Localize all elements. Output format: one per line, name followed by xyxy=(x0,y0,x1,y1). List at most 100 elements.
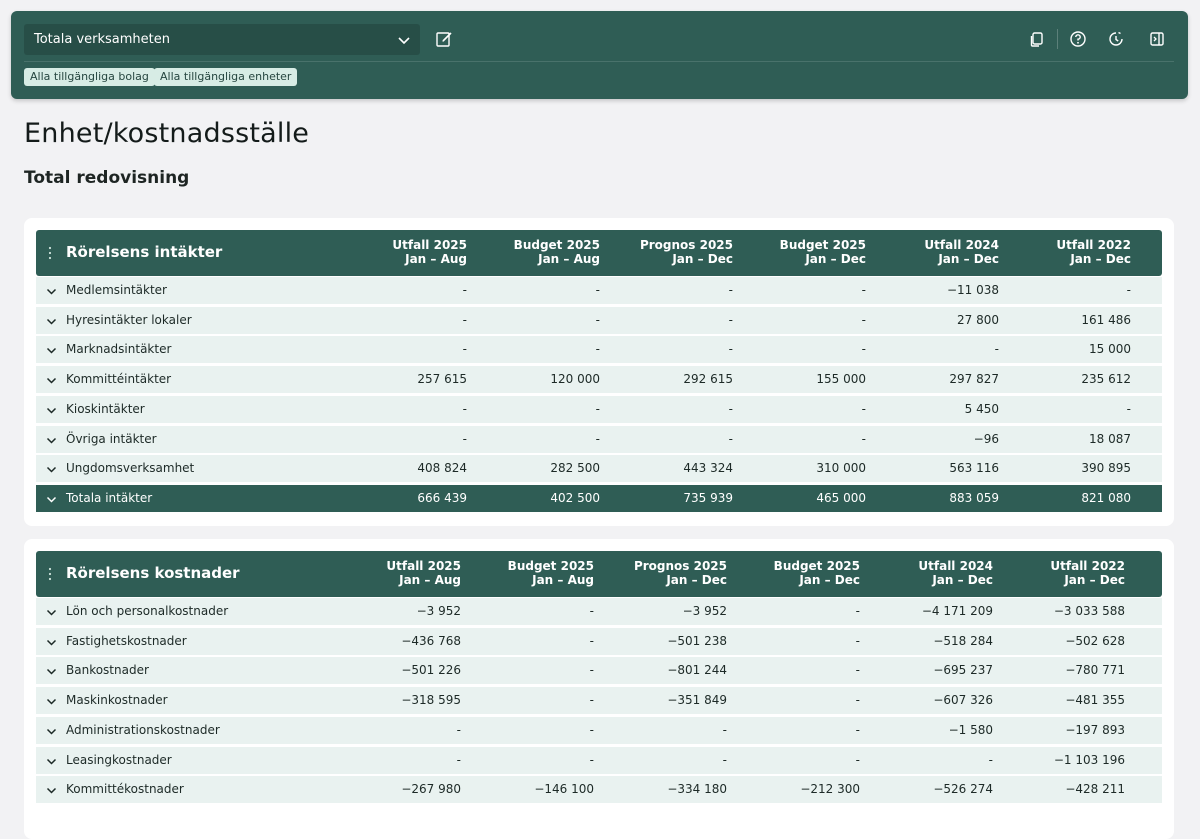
table-cell: - xyxy=(595,312,600,327)
table-cell: −267 980 xyxy=(401,782,461,797)
table-cell: - xyxy=(1126,401,1131,416)
chevron-down-icon[interactable] xyxy=(46,435,57,446)
row-label: Kommittékostnader xyxy=(66,782,184,797)
table-row[interactable]: Övriga intäkter - - - - −96 18 087 xyxy=(36,425,1162,453)
costs-table-header: Rörelsens kostnader Utfall 2025 Jan – Aug… xyxy=(36,551,1162,597)
table-cell: - xyxy=(861,342,866,357)
table-row[interactable]: Leasingkostnader - - - - - −1 103 196 xyxy=(36,746,1162,774)
table-row[interactable]: Hyresintäkter lokaler - - - - 27 800 161 486 xyxy=(36,306,1162,334)
table-cell: −436 768 xyxy=(401,633,461,648)
chevron-down-icon[interactable] xyxy=(46,696,57,707)
table-cell: - xyxy=(462,312,467,327)
sidebar-toggle-icon[interactable] xyxy=(1148,30,1166,48)
chevron-down-icon[interactable] xyxy=(46,375,57,386)
chevron-down-icon[interactable] xyxy=(46,316,57,327)
table-cell: - xyxy=(728,283,733,297)
unit-filter-chip[interactable]: Alla tillgängliga enheter xyxy=(154,68,298,86)
table-cell: 235 612 xyxy=(1081,372,1131,387)
chevron-down-icon[interactable] xyxy=(46,345,57,356)
table-cell: - xyxy=(855,663,860,678)
chevron-down-icon[interactable] xyxy=(46,405,57,416)
table-row[interactable]: Kommittéintäkter 257 615 120 000 292 615 155… xyxy=(36,366,1162,394)
row-label: Kioskintäkter xyxy=(66,401,145,416)
table-cell: 5 450 xyxy=(964,401,999,416)
column-header: Utfall 2022 Jan – Dec xyxy=(971,238,1131,266)
table-cell: −1 580 xyxy=(948,722,993,737)
chevron-down-icon[interactable] xyxy=(46,756,57,767)
table-row[interactable]: Fastighetskostnader −436 768 - −501 238 - −51… xyxy=(36,627,1162,655)
table-cell: −481 355 xyxy=(1065,693,1125,708)
table-cell: - xyxy=(988,752,993,767)
column-header-title: Utfall 2022 xyxy=(1056,238,1131,252)
table-row[interactable]: Lön och personalkostnader −3 952 - −3 952 - −… xyxy=(36,598,1162,625)
table-cell: - xyxy=(589,633,594,648)
chevron-down-icon[interactable] xyxy=(46,607,57,618)
row-label: Medlemsintäkter xyxy=(66,283,167,297)
row-label: Lön och personalkostnader xyxy=(66,604,229,618)
table-row[interactable]: Administrationskostnader - - - - −1 580 −197 8… xyxy=(36,716,1162,744)
table-row[interactable]: Marknadsintäkter - - - - - 15 000 xyxy=(36,336,1162,364)
table-cell: −351 849 xyxy=(667,693,727,708)
chevron-down-icon[interactable] xyxy=(46,726,57,737)
row-label: Maskinkostnader xyxy=(66,693,168,708)
table-cell: −3 033 588 xyxy=(1053,604,1125,618)
chevron-down-icon[interactable] xyxy=(46,464,57,475)
table-cell: 735 939 xyxy=(683,490,733,505)
table-cell: - xyxy=(456,722,461,737)
table-cell: −801 244 xyxy=(667,663,727,678)
table-row[interactable]: Ungdomsverksamhet 408 824 282 500 443 324 31… xyxy=(36,455,1162,483)
row-label: Ungdomsverksamhet xyxy=(66,461,195,476)
table-cell: - xyxy=(728,342,733,357)
table-cell: −1 103 196 xyxy=(1053,752,1125,767)
table-cell: 282 500 xyxy=(550,461,600,476)
column-header-period: Jan – Dec xyxy=(1064,573,1125,587)
table-cell: −3 952 xyxy=(682,604,727,618)
chevron-down-icon[interactable] xyxy=(46,286,57,297)
drag-handle-icon[interactable] xyxy=(47,246,53,260)
drag-handle-icon[interactable] xyxy=(47,567,53,581)
table-cell: 883 059 xyxy=(949,490,999,505)
table-total-row[interactable]: Totala intäkter 666 439 402 500 735 939 465 … xyxy=(36,484,1162,512)
edit-icon[interactable] xyxy=(435,30,453,48)
table-row[interactable]: Bankostnader −501 226 - −801 244 - −695 237 −7… xyxy=(36,657,1162,685)
table-cell: −4 171 209 xyxy=(921,604,993,618)
table-cell: - xyxy=(855,693,860,708)
income-table-header: Rörelsens intäkter Utfall 2025 Jan – Aug B… xyxy=(36,230,1162,276)
table-row[interactable]: Kommittékostnader −267 980 −146 100 −334 18… xyxy=(36,776,1162,804)
chevron-down-icon[interactable] xyxy=(46,666,57,677)
table-cell: - xyxy=(855,633,860,648)
chevron-down-icon[interactable] xyxy=(46,785,57,796)
table-cell: - xyxy=(595,283,600,297)
table-cell: 155 000 xyxy=(816,372,866,387)
table-cell: 297 827 xyxy=(949,372,999,387)
table-row[interactable]: Maskinkostnader −318 595 - −351 849 - −607 32… xyxy=(36,687,1162,715)
table-cell: 563 116 xyxy=(949,461,999,476)
chevron-down-icon[interactable] xyxy=(46,637,57,648)
page-subtitle: Total redovisning xyxy=(24,168,190,188)
table-row[interactable]: Medlemsintäkter - - - - −11 038 - xyxy=(36,277,1162,304)
table-cell: - xyxy=(728,431,733,446)
table-cell: 402 500 xyxy=(550,490,600,505)
table-cell: 15 000 xyxy=(1089,342,1131,357)
table-cell: - xyxy=(462,283,467,297)
table-cell: - xyxy=(462,401,467,416)
chevron-down-icon[interactable] xyxy=(46,494,57,505)
copy-icon[interactable] xyxy=(1028,30,1046,48)
table-cell: 390 895 xyxy=(1081,461,1131,476)
page-title: Enhet/kostnadsställe xyxy=(24,118,310,149)
table-cell: 666 439 xyxy=(417,490,467,505)
company-filter-chip[interactable]: Alla tillgängliga bolag xyxy=(24,68,155,86)
costs-table-title: Rörelsens kostnader xyxy=(66,564,240,582)
row-label: Bankostnader xyxy=(66,663,149,678)
history-icon[interactable] xyxy=(1107,30,1125,48)
row-label: Leasingkostnader xyxy=(66,752,172,767)
table-cell: 257 615 xyxy=(417,372,467,387)
table-row[interactable]: Kioskintäkter - - - - 5 450 - xyxy=(36,395,1162,423)
table-cell: - xyxy=(456,752,461,767)
table-cell: −501 226 xyxy=(401,663,461,678)
view-select[interactable]: Totala verksamheten xyxy=(24,24,420,55)
costs-card: Rörelsens kostnader Utfall 2025 Jan – Aug… xyxy=(24,539,1174,839)
help-icon[interactable] xyxy=(1069,30,1087,48)
table-cell: - xyxy=(1126,283,1131,297)
view-select-value: Totala verksamheten xyxy=(34,32,170,47)
